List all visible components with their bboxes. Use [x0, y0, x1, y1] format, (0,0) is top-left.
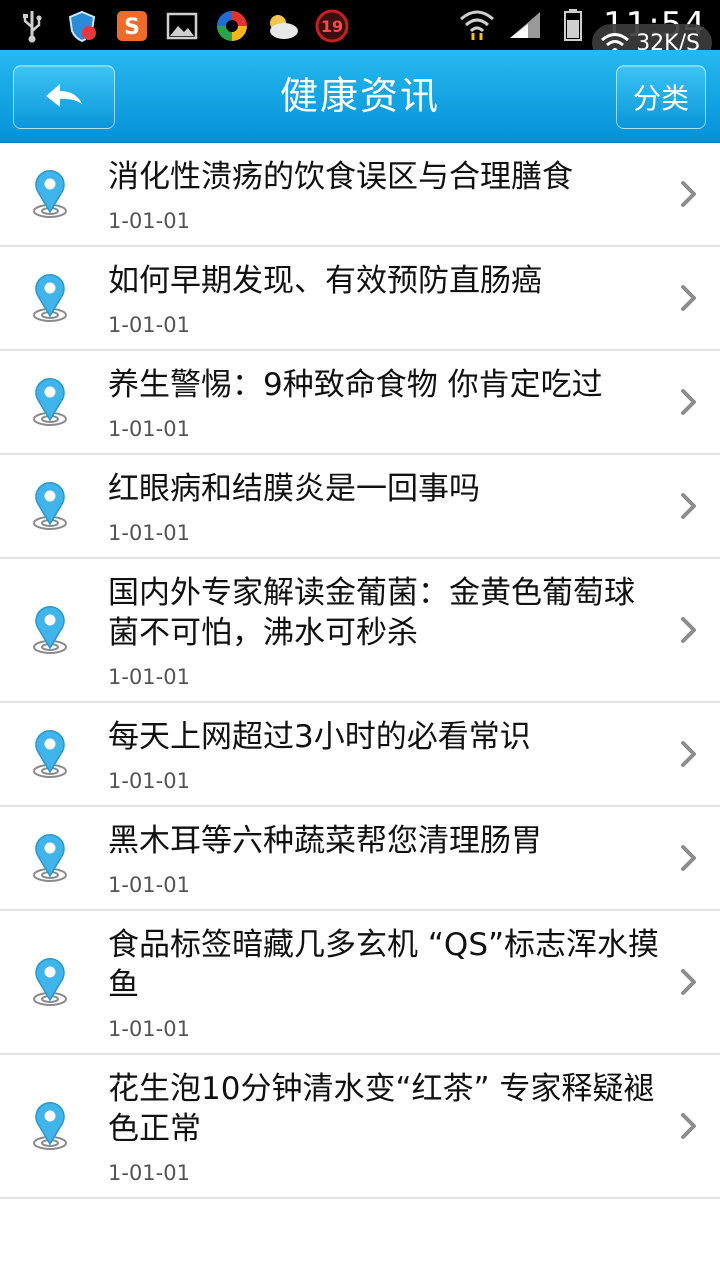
news-date: 1-01-01	[108, 769, 190, 793]
news-list-item[interactable]: 红眼病和结膜炎是一回事吗 1-01-01	[0, 455, 720, 559]
gallery-icon	[164, 8, 200, 44]
chevron-right-icon	[680, 616, 698, 644]
news-title: 每天上网超过3小时的必看常识	[108, 719, 531, 755]
news-date: 1-01-01	[108, 873, 190, 897]
news-date: 1-01-01	[108, 665, 190, 689]
sogou-input-icon: S	[114, 8, 150, 44]
news-title: 食品标签暗藏几多玄机 “QS”标志浑水摸鱼	[108, 927, 660, 1003]
news-title: 红眼病和结膜炎是一回事吗	[108, 471, 480, 507]
back-button[interactable]	[13, 65, 115, 129]
news-date: 1-01-01	[108, 417, 190, 441]
news-date: 1-01-01	[108, 1017, 190, 1041]
svg-text:S: S	[124, 15, 140, 40]
chevron-right-icon	[680, 844, 698, 872]
chevron-right-icon	[680, 180, 698, 208]
news-title: 花生泡10分钟清水变“红茶” 专家释疑褪色正常	[108, 1071, 655, 1147]
wifi-icon	[459, 7, 495, 43]
news-list-item[interactable]: 食品标签暗藏几多玄机 “QS”标志浑水摸鱼 1-01-01	[0, 911, 720, 1055]
location-pin-icon	[30, 726, 70, 780]
news-item-text: 每天上网超过3小时的必看常识 1-01-01	[108, 703, 660, 805]
news-list-item[interactable]: 如何早期发现、有效预防直肠癌 1-01-01	[0, 247, 720, 351]
location-pin-icon	[30, 830, 70, 884]
weather-icon	[264, 8, 300, 44]
news-date: 1-01-01	[108, 1161, 190, 1185]
location-pin-icon	[30, 478, 70, 532]
location-pin-icon	[30, 1098, 70, 1152]
news-date: 1-01-01	[108, 521, 190, 545]
chevron-right-icon	[680, 740, 698, 768]
news-item-text: 黑木耳等六种蔬菜帮您清理肠胃 1-01-01	[108, 807, 660, 909]
news-list-item[interactable]: 国内外专家解读金葡菌：金黄色葡萄球菌不可怕，沸水可秒杀 1-01-01	[0, 559, 720, 703]
chevron-right-icon	[680, 492, 698, 520]
usb-icon	[14, 8, 50, 44]
chevron-right-icon	[680, 1112, 698, 1140]
location-pin-icon	[30, 166, 70, 220]
chevron-right-icon	[680, 388, 698, 416]
news-item-text: 食品标签暗藏几多玄机 “QS”标志浑水摸鱼 1-01-01	[108, 911, 660, 1053]
news-date: 1-01-01	[108, 313, 190, 337]
news-item-text: 养生警惕：9种致命食物 你肯定吃过 1-01-01	[108, 351, 660, 453]
news-list-item[interactable]: 每天上网超过3小时的必看常识 1-01-01	[0, 703, 720, 807]
news-date: 1-01-01	[108, 209, 190, 233]
category-button[interactable]: 分类	[616, 65, 706, 129]
back-arrow-icon	[46, 84, 82, 107]
news-item-text: 消化性溃疡的饮食误区与合理膳食 1-01-01	[108, 143, 660, 245]
news-title: 消化性溃疡的饮食误区与合理膳食	[108, 159, 573, 195]
location-pin-icon	[30, 954, 70, 1008]
news-title: 黑木耳等六种蔬菜帮您清理肠胃	[108, 823, 542, 859]
notification-icons: S 19	[14, 6, 350, 46]
svg-text:19: 19	[321, 17, 343, 36]
news-item-text: 花生泡10分钟清水变“红茶” 专家释疑褪色正常 1-01-01	[108, 1055, 660, 1197]
news-title: 如何早期发现、有效预防直肠癌	[108, 263, 542, 299]
news-list-item[interactable]: 消化性溃疡的饮食误区与合理膳食 1-01-01	[0, 143, 720, 247]
news-list: 消化性溃疡的饮食误区与合理膳食 1-01-01 如何早期发现、有效预防直肠癌 1-01…	[0, 143, 720, 1199]
news-list-item[interactable]: 黑木耳等六种蔬菜帮您清理肠胃 1-01-01	[0, 807, 720, 911]
security-shield-icon	[64, 8, 100, 44]
news-item-text: 红眼病和结膜炎是一回事吗 1-01-01	[108, 455, 660, 557]
news-list-item[interactable]: 花生泡10分钟清水变“红茶” 专家释疑褪色正常 1-01-01	[0, 1055, 720, 1199]
chevron-right-icon	[680, 284, 698, 312]
news-list-item[interactable]: 养生警惕：9种致命食物 你肯定吃过 1-01-01	[0, 351, 720, 455]
news-item-text: 如何早期发现、有效预防直肠癌 1-01-01	[108, 247, 660, 349]
status-bar: S 19 32K/S	[0, 0, 720, 62]
location-pin-icon	[30, 374, 70, 428]
signal-icon	[507, 7, 543, 43]
title-bar: 健康资讯 分类	[0, 50, 720, 143]
page-title: 健康资讯	[279, 74, 440, 118]
location-pin-icon	[30, 270, 70, 324]
battery-icon	[555, 7, 591, 43]
chevron-right-icon	[680, 968, 698, 996]
location-pin-icon	[30, 602, 70, 656]
news-title: 养生警惕：9种致命食物 你肯定吃过	[108, 367, 603, 403]
news-title: 国内外专家解读金葡菌：金黄色葡萄球菌不可怕，沸水可秒杀	[108, 575, 635, 651]
app-circle-icon	[214, 8, 250, 44]
notification-badge-icon: 19	[314, 8, 350, 44]
news-item-text: 国内外专家解读金葡菌：金黄色葡萄球菌不可怕，沸水可秒杀 1-01-01	[108, 559, 660, 701]
